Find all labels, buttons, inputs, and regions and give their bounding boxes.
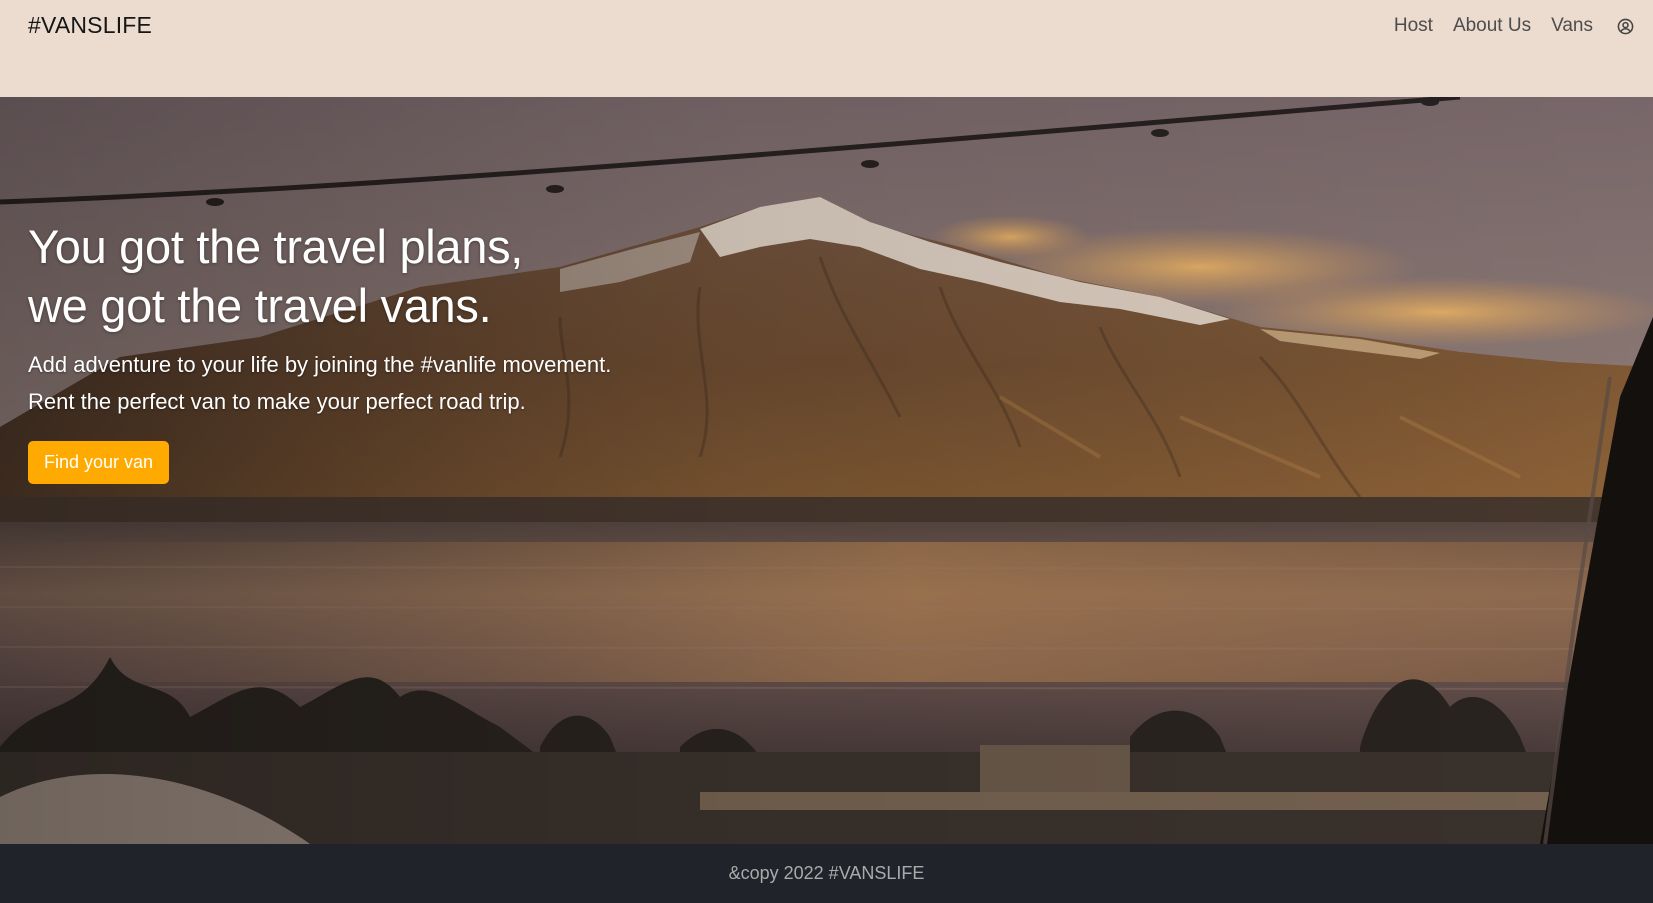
hero-title-line-2: we got the travel vans. — [28, 279, 492, 332]
nav-link-about-us[interactable]: About Us — [1453, 15, 1531, 37]
hero-subtitle-line-2: Rent the perfect van to make your perfec… — [28, 389, 526, 414]
nav-link-vans[interactable]: Vans — [1551, 15, 1593, 37]
site-logo[interactable]: #VANSLIFE — [28, 12, 152, 39]
user-circle-icon[interactable] — [1615, 16, 1635, 36]
hero-title-line-1: You got the travel plans, — [28, 220, 524, 273]
hero-subtitle: Add adventure to your life by joining th… — [28, 346, 611, 420]
hero-title: You got the travel plans, we got the tra… — [28, 217, 611, 335]
footer-copyright: &copy 2022 #VANSLIFE — [728, 863, 925, 883]
site-header: #VANSLIFE Host About Us Vans — [0, 0, 1653, 97]
hero-content: You got the travel plans, we got the tra… — [28, 217, 611, 484]
site-footer: &copy 2022 #VANSLIFE — [0, 844, 1653, 903]
hero-section: You got the travel plans, we got the tra… — [0, 97, 1653, 844]
hero-subtitle-line-1: Add adventure to your life by joining th… — [28, 352, 612, 377]
nav-link-host[interactable]: Host — [1394, 15, 1433, 37]
main-nav: Host About Us Vans — [1394, 15, 1635, 37]
find-your-van-button[interactable]: Find your van — [28, 441, 170, 484]
